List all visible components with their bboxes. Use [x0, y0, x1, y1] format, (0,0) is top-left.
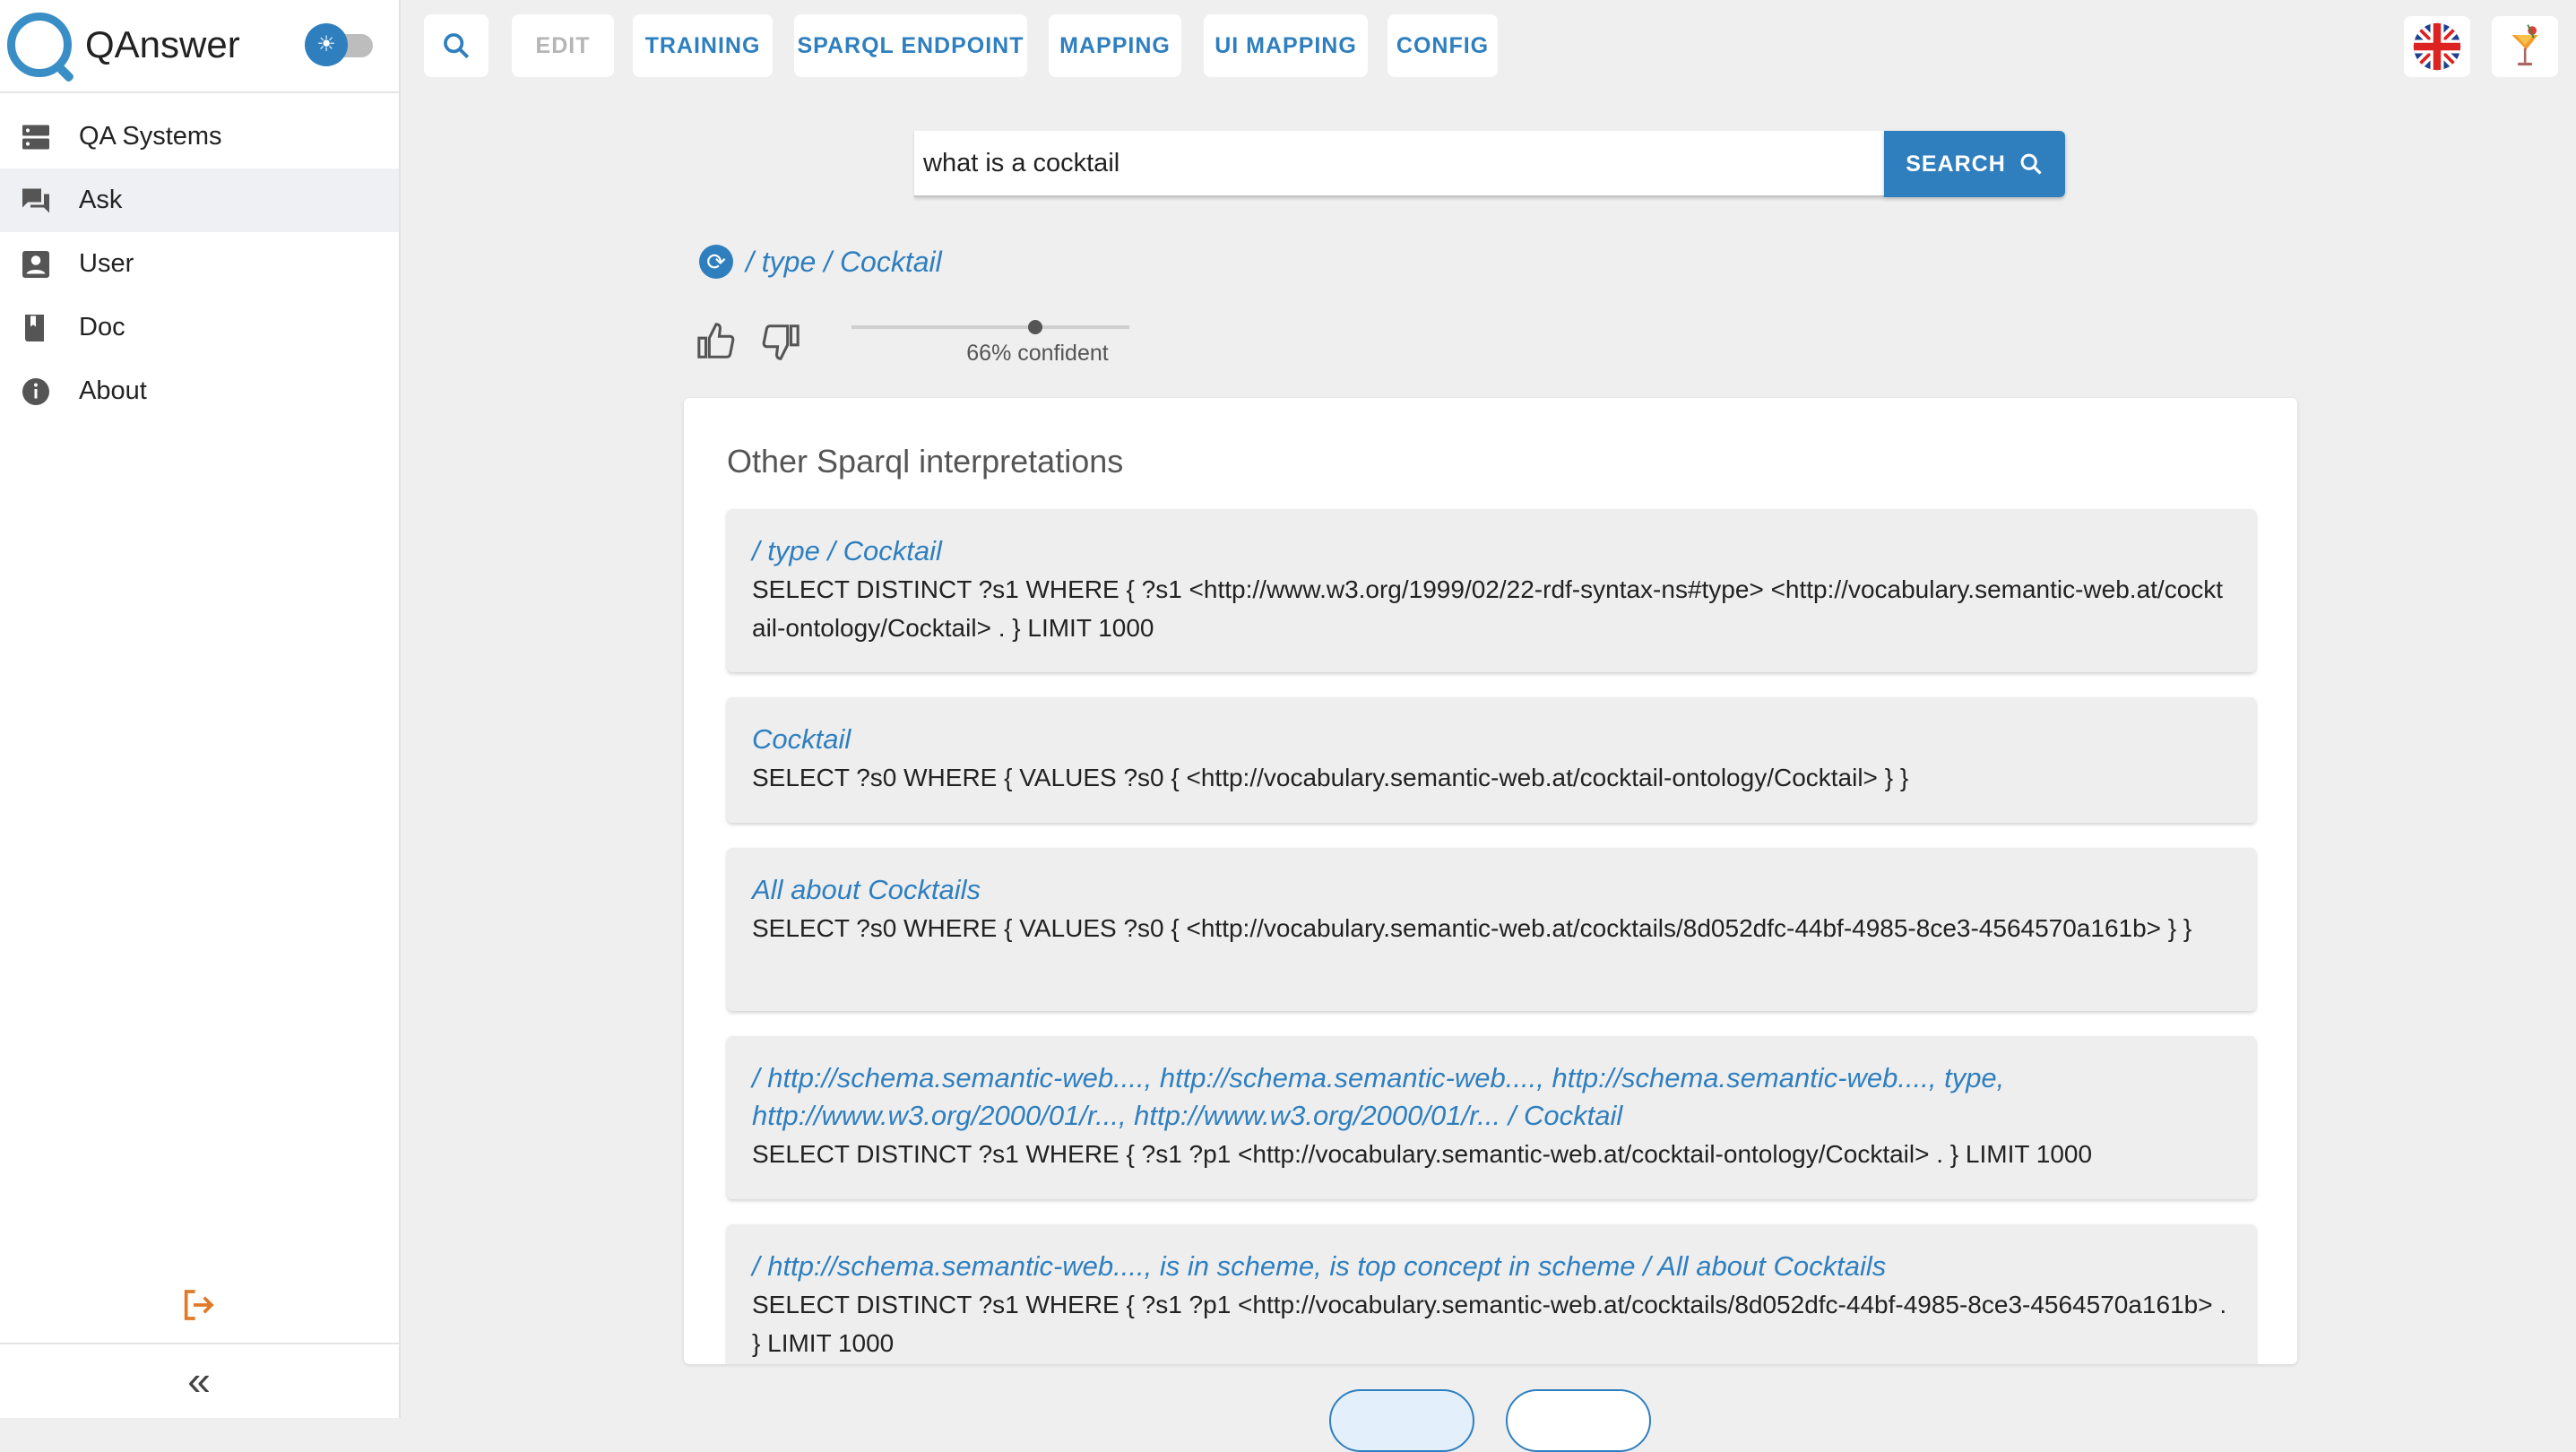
sidebar-item-label: Ask — [79, 186, 123, 214]
question-input[interactable] — [914, 131, 1884, 197]
interpretation-card[interactable]: / type / Cocktail SELECT DISTINCT ?s1 WH… — [727, 509, 2256, 672]
thumbs-up-icon[interactable] — [694, 321, 739, 362]
edit-button[interactable]: EDIT — [512, 14, 614, 77]
ui-mapping-button[interactable]: UI MAPPING — [1204, 14, 1368, 77]
secondary-tab-button[interactable] — [1506, 1389, 1651, 1452]
search-toolbar-button[interactable] — [424, 14, 488, 77]
sidebar-item-label: Doc — [79, 313, 125, 341]
interpretations-panel: Other Sparql interpretations / type / Co… — [684, 398, 2297, 1364]
sparql-endpoint-button[interactable]: SPARQL ENDPOINT — [794, 14, 1027, 77]
sidebar-header: QAnswer ☀ — [0, 0, 399, 93]
search-button[interactable]: SEARCH — [1884, 131, 2065, 197]
interpretation-card[interactable]: / http://schema.semantic-web...., http:/… — [727, 1036, 2256, 1199]
interpretations-title: Other Sparql interpretations — [727, 443, 1124, 480]
chat-icon — [22, 188, 49, 213]
sidebar-item-user[interactable]: User — [0, 232, 399, 296]
interpretation-query: SELECT DISTINCT ?s1 WHERE { ?s1 <http://… — [752, 575, 2224, 642]
config-button[interactable]: CONFIG — [1387, 14, 1498, 77]
sidebar-item-doc[interactable]: Doc — [0, 296, 399, 359]
mapping-button[interactable]: MAPPING — [1049, 14, 1181, 77]
info-icon — [22, 378, 49, 405]
sidebar-footer: « — [0, 1343, 399, 1420]
interpretation-card[interactable]: / http://schema.semantic-web...., is in … — [727, 1224, 2256, 1364]
search-icon — [2020, 153, 2042, 175]
user-badge-icon — [22, 251, 49, 278]
results-tab-button[interactable] — [1329, 1389, 1474, 1452]
logout-icon[interactable] — [177, 1287, 219, 1323]
interpretation-query: SELECT DISTINCT ?s1 WHERE { ?s1 ?p1 <htt… — [752, 1291, 2227, 1357]
interpretation-title: / http://schema.semantic-web...., http:/… — [752, 1062, 2005, 1131]
confidence-bar — [851, 320, 1129, 334]
search-button-label: SEARCH — [1906, 151, 2006, 177]
interpretation-title: / http://schema.semantic-web...., is in … — [752, 1250, 1887, 1282]
qanswer-logo-icon — [7, 13, 72, 77]
dataset-selector[interactable] — [2492, 16, 2558, 77]
language-selector[interactable] — [2404, 16, 2470, 77]
app-title: QAnswer — [85, 23, 240, 65]
search-icon — [444, 33, 470, 59]
answer-path-text: / type / Cocktail — [746, 245, 942, 278]
interpretation-card[interactable]: Cocktail SELECT ?s0 WHERE { VALUES ?s0 {… — [727, 697, 2256, 823]
sidebar-nav: QA Systems Ask User Doc About — [0, 105, 399, 423]
interpretation-title: Cocktail — [752, 723, 851, 755]
sun-icon: ☀ — [305, 23, 348, 66]
interpretation-card[interactable]: All about Cocktails SELECT ?s0 WHERE { V… — [727, 848, 2256, 1011]
training-button[interactable]: TRAINING — [633, 14, 773, 77]
sidebar-item-label: User — [79, 249, 134, 278]
sidebar: QAnswer ☀ QA Systems Ask User Doc About … — [0, 0, 401, 1418]
answer-interpretation: ⟳ / type / Cocktail — [699, 242, 942, 281]
refresh-icon[interactable]: ⟳ — [699, 245, 733, 279]
interpretation-query: SELECT ?s0 WHERE { VALUES ?s0 { <http://… — [752, 914, 2192, 942]
server-icon — [22, 125, 49, 150]
confidence-marker — [1027, 320, 1042, 334]
interpretation-query: SELECT ?s0 WHERE { VALUES ?s0 { <http://… — [752, 764, 1909, 791]
sidebar-item-label: About — [79, 376, 147, 405]
cocktail-icon — [2511, 24, 2538, 66]
confidence-label: 66% confident — [966, 341, 1109, 366]
sidebar-item-qa-systems[interactable]: QA Systems — [0, 105, 399, 169]
sidebar-item-label: QA Systems — [79, 122, 222, 151]
uk-flag-icon — [2413, 22, 2461, 71]
collapse-sidebar-icon[interactable]: « — [179, 1360, 219, 1401]
sidebar-item-ask[interactable]: Ask — [0, 169, 399, 232]
interpretation-title: All about Cocktails — [752, 874, 981, 905]
sidebar-item-about[interactable]: About — [0, 359, 399, 423]
interpretation-query: SELECT DISTINCT ?s1 WHERE { ?s1 ?p1 <htt… — [752, 1140, 2093, 1168]
theme-toggle[interactable]: ☀ — [305, 23, 375, 66]
book-icon — [25, 315, 44, 341]
thumbs-down-icon[interactable] — [758, 321, 803, 362]
interpretation-title: / type / Cocktail — [752, 535, 942, 566]
